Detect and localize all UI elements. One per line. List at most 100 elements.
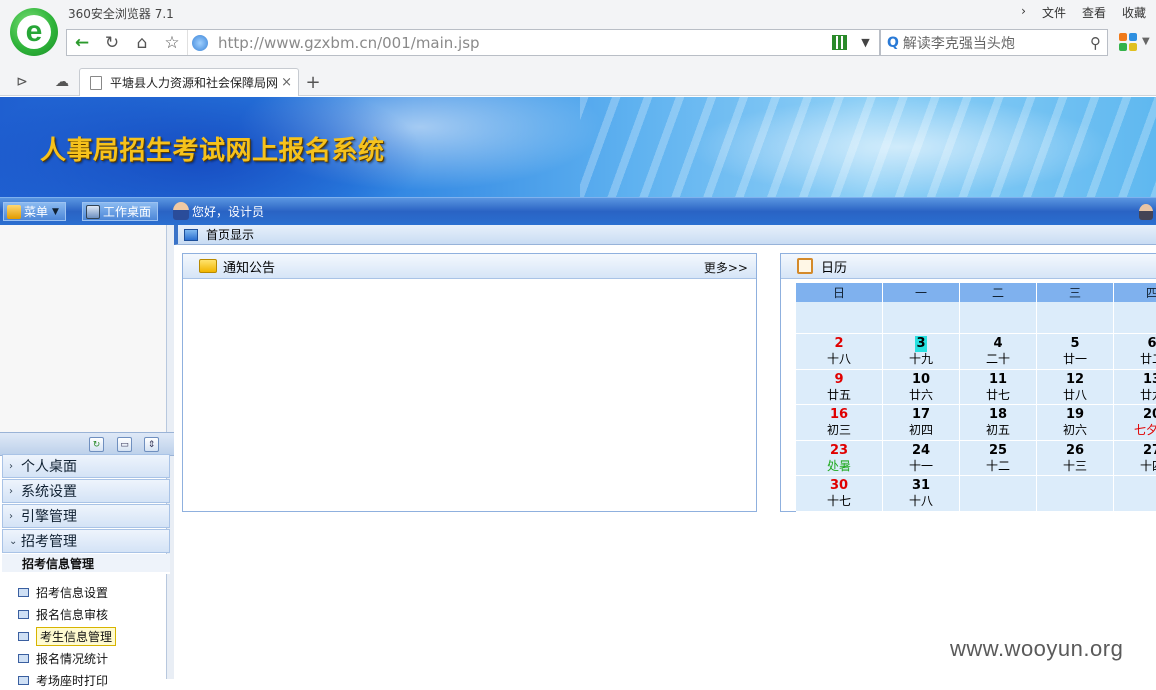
sidebar-tools: ↻ ▭ ⇕ (0, 432, 174, 456)
day-number: 10 (911, 371, 931, 387)
url-field[interactable]: http://www.gzxbm.cn/001/main.jsp (187, 30, 832, 55)
toggle-icon[interactable]: ⇕ (144, 437, 159, 452)
forward-chevron-icon[interactable]: › (1021, 4, 1026, 21)
new-tab-button[interactable]: + (303, 72, 323, 93)
calendar-day[interactable]: 9 廿五 (796, 369, 883, 405)
menu-favorites[interactable]: 收藏 (1122, 4, 1146, 21)
calendar-day[interactable]: 30 十七 (796, 476, 883, 512)
calendar-day[interactable]: 20七夕情 (1114, 405, 1156, 441)
banner-decoration (580, 97, 1156, 197)
calendar-empty-cell (883, 302, 960, 334)
more-link[interactable]: 更多>> (704, 259, 748, 276)
main-header: 首页显示 (174, 225, 1156, 245)
sidebar-toggle-icon[interactable]: ⊳ (10, 72, 34, 92)
calendar-day[interactable]: 27十四 (1114, 440, 1156, 476)
apps-dropdown-icon[interactable]: ▼ (1142, 36, 1150, 47)
calendar-day[interactable]: 17 初四 (883, 405, 960, 441)
search-input[interactable]: 解读李克强当头炮 (903, 33, 1090, 53)
sub-item-label: 考场座时打印 (36, 673, 109, 688)
day-number: 26 (1065, 442, 1085, 458)
monitor-icon (86, 204, 100, 219)
browser-chrome: e 360安全浏览器 7.1 › 文件 查看 收藏 ← ↻ ⌂ ☆ http:/… (0, 0, 1156, 96)
sub-item-exam-print[interactable]: 考场座时打印 (18, 670, 108, 690)
refresh-icon[interactable]: ↻ (89, 437, 104, 452)
work-desktop-button[interactable]: 工作桌面 (82, 202, 159, 221)
sidebar-item-engine-management[interactable]: › 引擎管理 (2, 504, 170, 528)
lunar-date: 初四 (908, 423, 933, 437)
calendar-day[interactable]: 3 十九 (883, 334, 960, 370)
calendar-day[interactable]: 18 初五 (960, 405, 1037, 441)
sidebar-item-exam-management[interactable]: ⌄ 招考管理 (2, 529, 170, 553)
day-number: 16 (829, 407, 849, 422)
calendar-day[interactable]: 19 初六 (1037, 405, 1114, 441)
calendar-day[interactable]: 16 初三 (796, 405, 883, 441)
calendar-empty-cell (1114, 476, 1156, 512)
window-title: 360安全浏览器 7.1 (68, 7, 174, 21)
calendar-day[interactable]: 2 十八 (796, 334, 883, 370)
monitor-icon (18, 653, 29, 663)
sub-item-candidate-management[interactable]: 考生信息管理 (18, 626, 117, 646)
calendar-day[interactable]: 26 十三 (1037, 440, 1114, 476)
calendar-day[interactable]: 11 廿七 (960, 369, 1037, 405)
day-number: 4 (993, 336, 1003, 351)
calendar-icon (797, 258, 813, 274)
lunar-date: 初五 (985, 423, 1010, 437)
day-number: 19 (1065, 407, 1085, 422)
calendar-day[interactable]: 12 廿八 (1037, 369, 1114, 405)
calendar-day[interactable]: 23 处暑 (796, 440, 883, 476)
calendar-day[interactable]: 25 十二 (960, 440, 1037, 476)
cloud-icon[interactable]: ☁ (50, 72, 74, 92)
collapse-all-icon[interactable]: ▭ (117, 437, 132, 452)
calendar-day[interactable]: 6廿二 (1114, 334, 1156, 370)
calendar-empty-cell (1114, 302, 1156, 334)
address-dropdown-button[interactable]: ▼ (852, 29, 880, 56)
favorite-star-button[interactable]: ☆ (157, 30, 187, 55)
search-engine-icon[interactable]: Q (887, 35, 899, 51)
weekday-header: 日 (796, 283, 883, 302)
refresh-button[interactable]: ↻ (97, 30, 127, 55)
day-number: 24 (911, 442, 931, 458)
user-greeting: 您好，设计员 (173, 202, 264, 220)
day-number: 17 (911, 407, 931, 422)
tab-active[interactable]: 平塘县人力资源和社会保障局网 × (79, 68, 299, 96)
calendar-day[interactable]: 5 廿一 (1037, 334, 1114, 370)
lunar-date: 十三 (1062, 458, 1087, 473)
calendar-day[interactable]: 31 十八 (883, 476, 960, 512)
back-button[interactable]: ← (67, 30, 97, 55)
sub-section-header[interactable]: 招考信息管理 (2, 554, 170, 574)
sidebar-item-system-settings[interactable]: › 系统设置 (2, 479, 170, 503)
sidebar-item-personal-desktop[interactable]: › 个人桌面 (2, 454, 170, 478)
apps-grid-icon[interactable] (1119, 33, 1137, 51)
qr-code-icon[interactable] (832, 35, 848, 50)
menu-view[interactable]: 查看 (1082, 4, 1106, 21)
search-box[interactable]: Q 解读李克强当头炮 ⚲ (880, 29, 1108, 56)
notice-header: 通知公告 (183, 254, 756, 279)
calendar-day[interactable]: 24 十一 (883, 440, 960, 476)
sub-item-exam-info-settings[interactable]: 招考信息设置 (18, 582, 108, 602)
lunar-date: 处暑 (826, 458, 851, 473)
home-display-icon (184, 228, 198, 241)
calendar-title: 日历 (821, 260, 848, 276)
sub-item-registration-review[interactable]: 报名信息审核 (18, 604, 108, 624)
watermark: www.wooyun.org (950, 636, 1124, 661)
chevron-right-icon: › (9, 485, 13, 497)
user-icon[interactable] (1139, 204, 1153, 220)
sub-item-label: 报名信息审核 (36, 607, 109, 622)
day-number: 23 (829, 442, 849, 458)
search-icon[interactable]: ⚲ (1090, 34, 1101, 52)
menu-button[interactable]: 菜单 ▼ (3, 202, 66, 221)
weekday-header: 三 (1037, 283, 1114, 302)
tab-close-button[interactable]: × (281, 75, 292, 90)
menu-file[interactable]: 文件 (1042, 4, 1066, 21)
day-number: 5 (1070, 336, 1080, 351)
day-number: 9 (834, 371, 844, 387)
calendar-day[interactable]: 10 廿六 (883, 369, 960, 405)
sub-item-registration-stats[interactable]: 报名情况统计 (18, 648, 108, 668)
home-button[interactable]: ⌂ (127, 30, 157, 55)
calendar-day[interactable]: 4 二十 (960, 334, 1037, 370)
lunar-date: 十四 (1139, 458, 1156, 473)
calendar-day[interactable]: 13廿九 (1114, 369, 1156, 405)
weekday-header: 四 (1114, 283, 1156, 302)
sub-item-label: 考生信息管理 (36, 626, 117, 646)
sidebar-blank-area (0, 225, 166, 432)
